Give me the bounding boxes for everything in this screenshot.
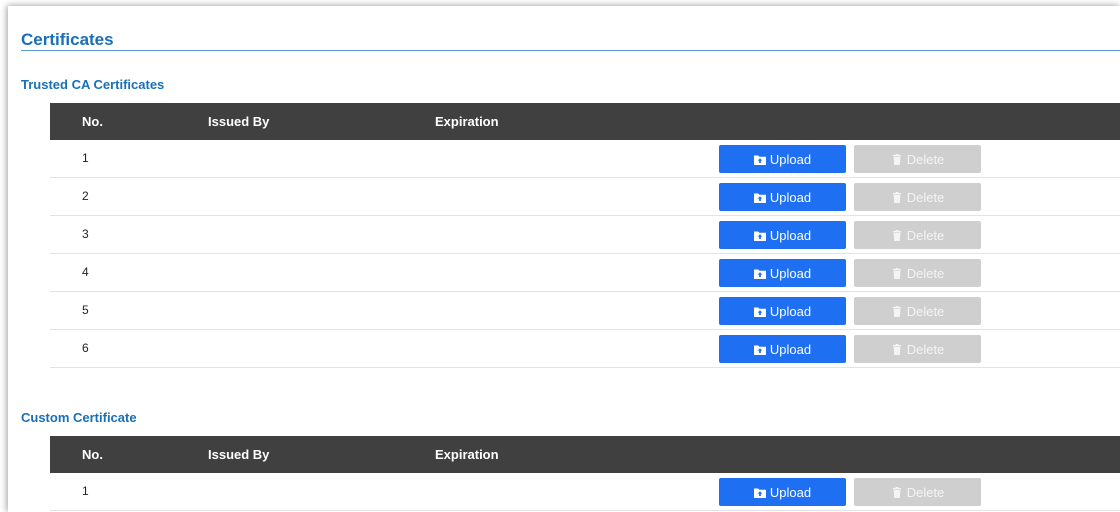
trusted-ca-table: No. Issued By Expiration 1 Upload Delete 2 U… — [50, 103, 1120, 368]
trash-icon — [891, 486, 903, 498]
table-row: 1 Upload Delete — [50, 473, 1120, 511]
folder-upload-icon — [753, 154, 766, 165]
table-row: 5 Upload Delete — [50, 292, 1120, 330]
upload-button[interactable]: Upload — [719, 478, 846, 506]
trash-icon — [891, 191, 903, 203]
upload-button[interactable]: Upload — [719, 259, 846, 287]
row-number: 3 — [82, 227, 89, 241]
row-number: 1 — [82, 484, 89, 498]
title-divider — [21, 50, 1120, 51]
delete-button[interactable]: Delete — [854, 478, 981, 506]
upload-button[interactable]: Upload — [719, 335, 846, 363]
trash-icon — [891, 343, 903, 355]
upload-button-label: Upload — [769, 227, 812, 243]
upload-button-label: Upload — [769, 484, 812, 500]
delete-button-label: Delete — [906, 227, 945, 243]
upload-button[interactable]: Upload — [719, 221, 846, 249]
row-number: 6 — [82, 341, 89, 355]
delete-button-label: Delete — [906, 189, 945, 205]
delete-button-label: Delete — [906, 484, 945, 500]
column-header-no: No. — [82, 447, 103, 462]
upload-button-label: Upload — [769, 265, 812, 281]
upload-button[interactable]: Upload — [719, 297, 846, 325]
table-header: No. Issued By Expiration — [50, 436, 1120, 473]
folder-upload-icon — [753, 344, 766, 355]
trash-icon — [891, 305, 903, 317]
upload-button-label: Upload — [769, 303, 812, 319]
delete-button[interactable]: Delete — [854, 259, 981, 287]
table-row: 2 Upload Delete — [50, 178, 1120, 216]
folder-upload-icon — [753, 192, 766, 203]
upload-button[interactable]: Upload — [719, 183, 846, 211]
custom-certificate-section-title: Custom Certificate — [21, 410, 137, 425]
row-number: 4 — [82, 265, 89, 279]
table-row: 1 Upload Delete — [50, 140, 1120, 178]
trusted-ca-section-title: Trusted CA Certificates — [21, 77, 165, 92]
table-body: 1 Upload Delete — [50, 473, 1120, 511]
delete-button[interactable]: Delete — [854, 221, 981, 249]
delete-button-label: Delete — [906, 341, 945, 357]
trash-icon — [891, 229, 903, 241]
custom-certificate-table: No. Issued By Expiration 1 Upload Delete — [50, 436, 1120, 511]
column-header-expiration: Expiration — [435, 447, 499, 462]
delete-button-label: Delete — [906, 303, 945, 319]
delete-button[interactable]: Delete — [854, 335, 981, 363]
column-header-no: No. — [82, 114, 103, 129]
column-header-expiration: Expiration — [435, 114, 499, 129]
column-header-issued-by: Issued By — [208, 114, 270, 129]
row-number: 5 — [82, 303, 89, 317]
certificates-panel: Certificates Trusted CA Certificates No.… — [8, 6, 1120, 512]
folder-upload-icon — [753, 268, 766, 279]
table-body: 1 Upload Delete 2 Upload Delete 3 Upload Delete 4… — [50, 140, 1120, 368]
delete-button[interactable]: Delete — [854, 183, 981, 211]
row-number: 1 — [82, 151, 89, 165]
row-number: 2 — [82, 189, 89, 203]
delete-button-label: Delete — [906, 265, 945, 281]
table-row: 3 Upload Delete — [50, 216, 1120, 254]
table-row: 6 Upload Delete — [50, 330, 1120, 368]
upload-button[interactable]: Upload — [719, 145, 846, 173]
delete-button-label: Delete — [906, 151, 945, 167]
upload-button-label: Upload — [769, 189, 812, 205]
table-header: No. Issued By Expiration — [50, 103, 1120, 140]
folder-upload-icon — [753, 487, 766, 498]
delete-button[interactable]: Delete — [854, 145, 981, 173]
column-header-issued-by: Issued By — [208, 447, 270, 462]
folder-upload-icon — [753, 306, 766, 317]
folder-upload-icon — [753, 230, 766, 241]
trash-icon — [891, 153, 903, 165]
trash-icon — [891, 267, 903, 279]
delete-button[interactable]: Delete — [854, 297, 981, 325]
table-row: 4 Upload Delete — [50, 254, 1120, 292]
upload-button-label: Upload — [769, 341, 812, 357]
page-title: Certificates — [21, 30, 114, 49]
upload-button-label: Upload — [769, 151, 812, 167]
